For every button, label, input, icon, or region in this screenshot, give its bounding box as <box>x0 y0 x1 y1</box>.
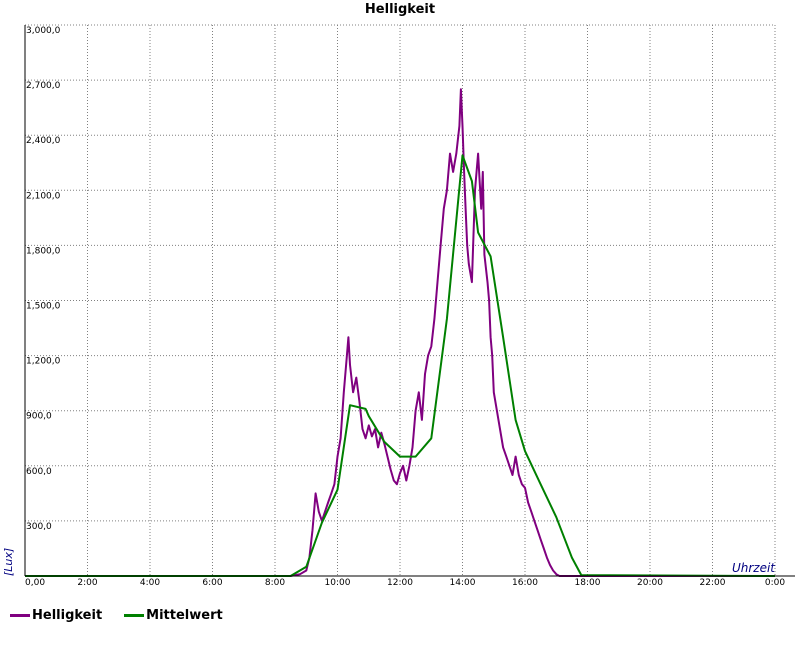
x-tick-label: 6:00 <box>202 578 222 588</box>
chart-area: Helligkeit 0,00 2:00 4:00 6:00 8:00 10:00 12:0… <box>2 2 795 588</box>
x-tick-label: 0:00 <box>765 578 785 588</box>
x-tick-label: 4:00 <box>140 578 160 588</box>
tick-labels: 0,00 2:00 4:00 6:00 8:00 10:00 12:00 14:00 16:00… <box>25 26 785 588</box>
y-tick-label: 2,400,0 <box>26 136 61 146</box>
chart-title: Helligkeit <box>365 2 435 17</box>
legend-item-helligkeit: Helligkeit <box>10 608 102 623</box>
y-tick-label: 3,000,0 <box>26 26 61 36</box>
x-tick-label: 12:00 <box>387 578 413 588</box>
x-tick-label: 16:00 <box>512 578 538 588</box>
series-line-mittelwert <box>25 154 776 577</box>
x-tick-label: 14:00 <box>450 578 476 588</box>
x-tick-label: 10:00 <box>325 578 351 588</box>
y-tick-label: 1,200,0 <box>26 357 61 367</box>
grid-lines <box>25 24 776 576</box>
x-tick-label: 0,00 <box>25 578 45 588</box>
y-tick-label: 1,800,0 <box>26 246 61 256</box>
x-tick-label: 8:00 <box>265 578 285 588</box>
legend-swatch-helligkeit <box>10 614 30 617</box>
legend-label-mittelwert: Mittelwert <box>146 608 223 623</box>
y-tick-label: 900,0 <box>26 412 52 422</box>
legend-swatch-mittelwert <box>124 614 145 617</box>
y-tick-label: 600,0 <box>26 467 52 477</box>
legend: Helligkeit Mittelwert <box>10 608 223 623</box>
x-tick-label: 2:00 <box>77 578 97 588</box>
y-tick-label: 2,700,0 <box>26 81 61 91</box>
x-axis-label: Uhrzeit <box>732 561 776 575</box>
x-tick-label: 18:00 <box>575 578 601 588</box>
y-tick-label: 300,0 <box>26 522 52 532</box>
x-tick-label: 22:00 <box>700 578 726 588</box>
y-tick-label: 2,100,0 <box>26 191 61 201</box>
legend-item-mittelwert: Mittelwert <box>124 608 223 623</box>
x-tick-label: 20:00 <box>637 578 663 588</box>
y-axis-label: [Lux] <box>2 548 15 576</box>
y-tick-label: 1,500,0 <box>26 302 61 312</box>
legend-label-helligkeit: Helligkeit <box>32 608 103 623</box>
